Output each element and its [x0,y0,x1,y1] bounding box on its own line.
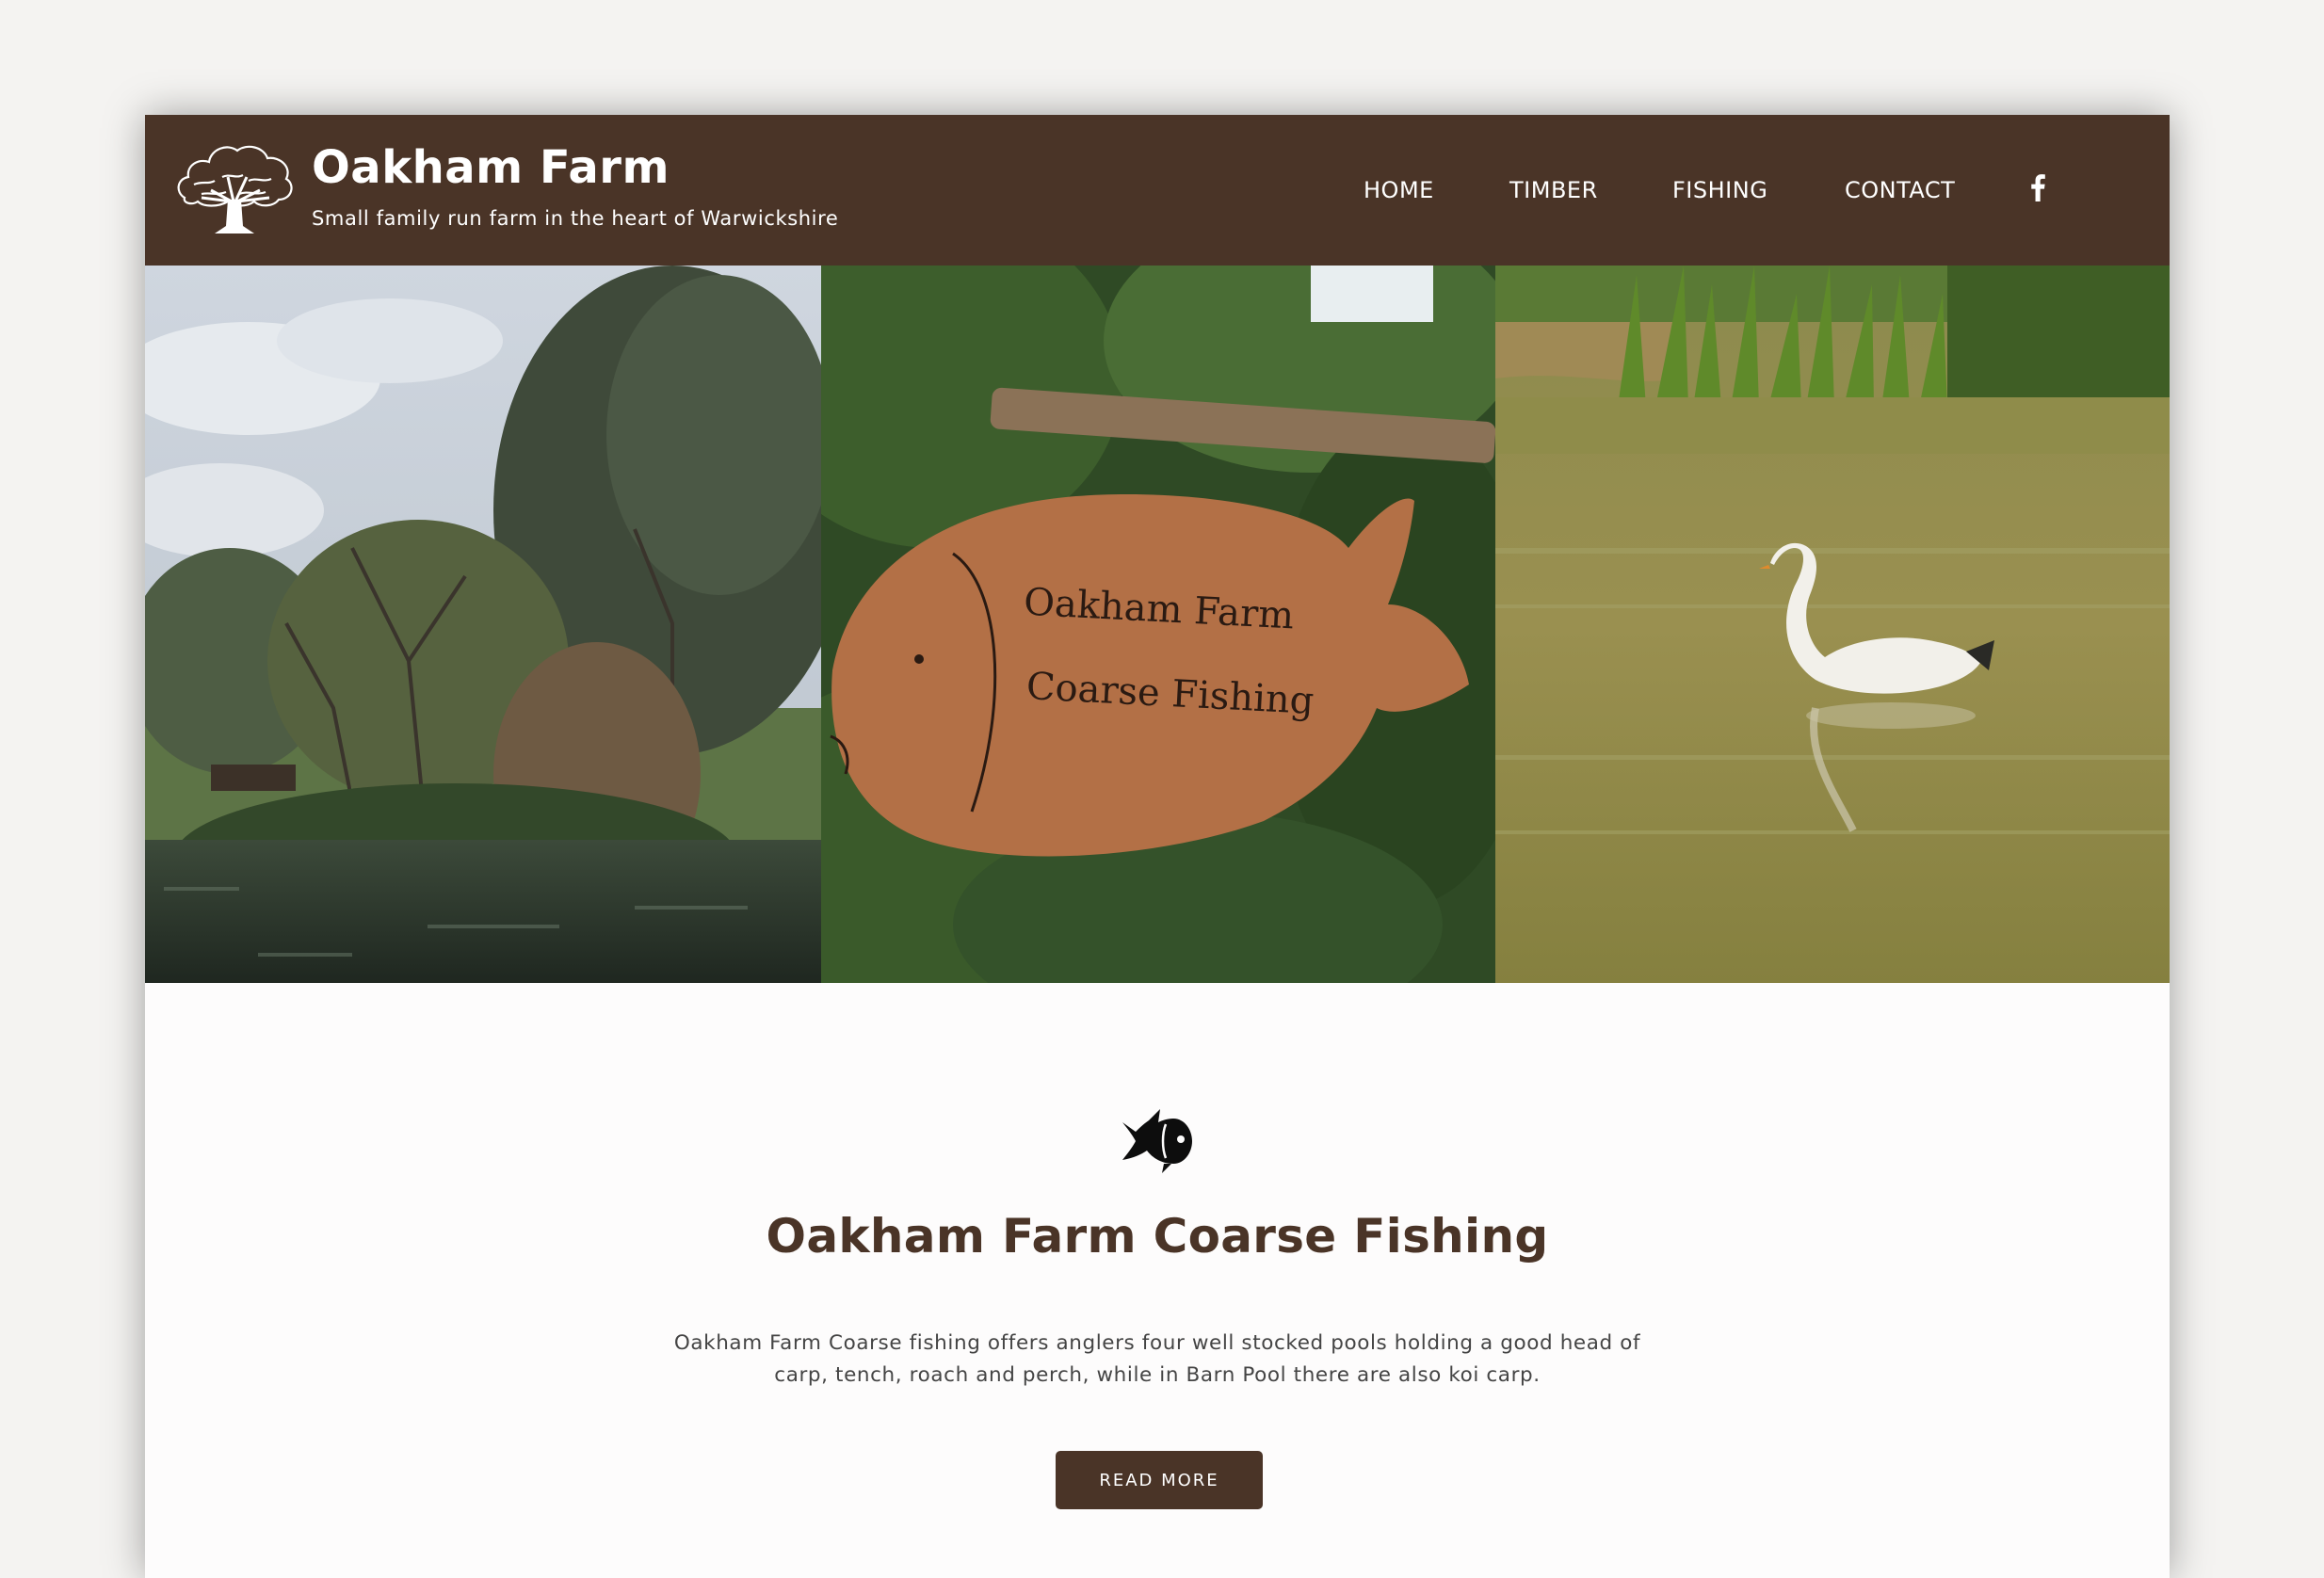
nav-home[interactable]: HOME [1364,177,1434,203]
hero-gallery: Oakham Farm Coarse Fishing [145,266,2170,983]
section-description: Oakham Farm Coarse fishing offers angler… [673,1331,1641,1387]
oak-tree-icon[interactable] [173,139,296,237]
intro-section: Oakham Farm Coarse Fishing Oakham Farm C… [145,983,2170,1578]
page-container: Oakham Farm Small family run farm in the… [145,115,2170,1578]
nav-timber[interactable]: TIMBER [1509,177,1598,203]
site-title[interactable]: Oakham Farm [312,141,670,194]
nav-contact[interactable]: CONTACT [1845,177,1955,203]
fish-sign-photo: Oakham Farm Coarse Fishing [821,266,1495,983]
fish-icon [1122,1109,1192,1173]
facebook-icon[interactable] [2025,173,2051,201]
read-more-button[interactable]: READ MORE [1056,1451,1263,1509]
swan-pond-photo [1495,266,2170,983]
nav-fishing[interactable]: FISHING [1672,177,1767,203]
site-header: Oakham Farm Small family run farm in the… [145,115,2170,266]
site-tagline: Small family run farm in the heart of Wa… [312,207,839,230]
section-heading: Oakham Farm Coarse Fishing [766,1209,1549,1264]
pond-trees-photo [145,266,821,983]
